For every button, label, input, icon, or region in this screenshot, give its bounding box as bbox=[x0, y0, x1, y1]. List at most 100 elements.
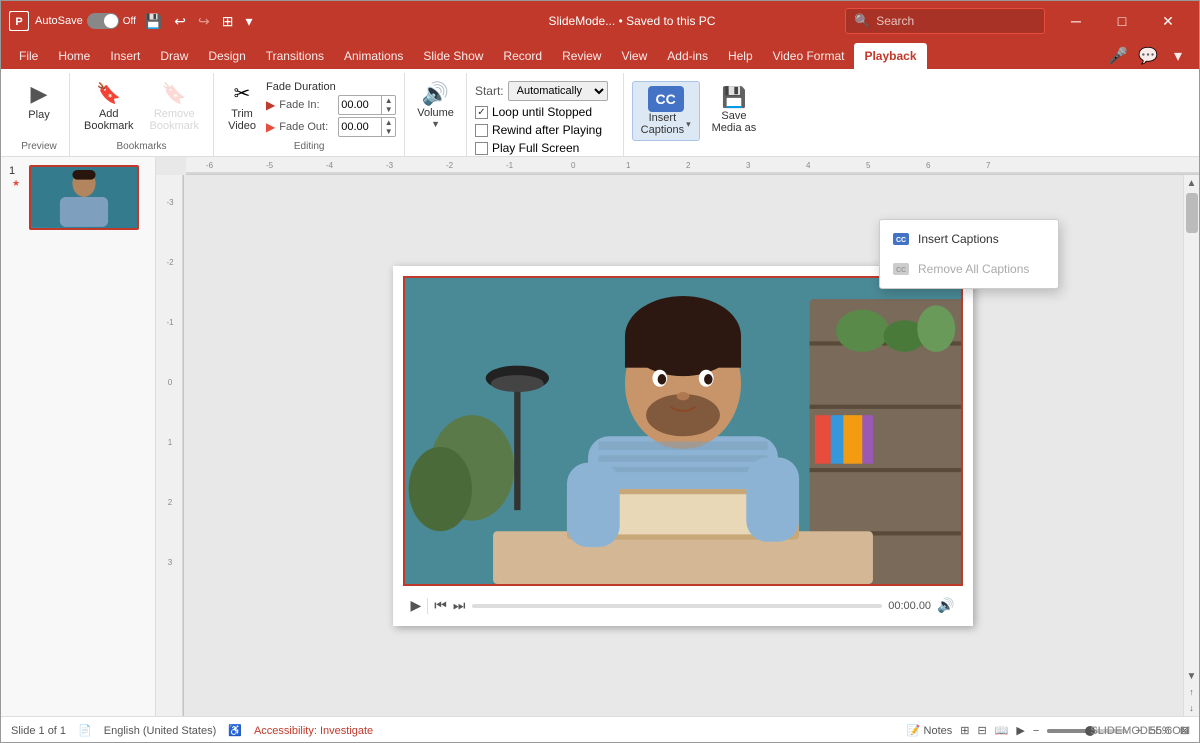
tab-insert[interactable]: Insert bbox=[100, 43, 150, 69]
tab-animations[interactable]: Animations bbox=[334, 43, 413, 69]
watermark-text: SLIDEMODEL.COM bbox=[1090, 725, 1190, 737]
normal-view-button[interactable]: ⊞ bbox=[960, 724, 969, 737]
controls-divider bbox=[427, 598, 428, 614]
fade-out-input[interactable] bbox=[339, 121, 381, 133]
scroll-up-button[interactable]: ▲ bbox=[1184, 175, 1200, 191]
video-next-button[interactable]: ⏭ bbox=[453, 597, 466, 614]
slide-content[interactable]: ▶ ⏮ ⏭ 00:00.00 🔊 bbox=[393, 266, 973, 626]
fade-title: Fade Duration bbox=[266, 81, 396, 93]
ribbon-expand-icon[interactable]: ▾ bbox=[1165, 43, 1191, 69]
minimize-button[interactable]: ─ bbox=[1053, 1, 1099, 41]
save-icon[interactable]: 💾 bbox=[142, 11, 165, 32]
fade-in-input[interactable] bbox=[339, 99, 381, 111]
video-frame[interactable] bbox=[403, 276, 963, 586]
video-prev-button[interactable]: ⏮ bbox=[434, 597, 447, 614]
slide-thumb-content bbox=[31, 167, 137, 228]
autosave-toggle[interactable] bbox=[87, 13, 119, 29]
remove-bookmark-button: 🔖 RemoveBookmark bbox=[144, 77, 206, 136]
fade-in-row: ▶ Fade In: ▲ ▼ bbox=[266, 95, 396, 115]
fullscreen-checkbox[interactable] bbox=[475, 142, 488, 155]
svg-text:6: 6 bbox=[926, 161, 931, 170]
fade-out-up[interactable]: ▲ bbox=[381, 118, 395, 127]
redo-icon[interactable]: ↪ bbox=[195, 11, 213, 32]
start-dropdown[interactable]: Automatically When Clicked On bbox=[508, 81, 608, 101]
comments-icon[interactable]: 💬 bbox=[1135, 43, 1161, 69]
video-play-button[interactable]: ▶ bbox=[411, 597, 422, 614]
title-bar: P AutoSave Off 💾 ↩ ↪ ⊞ ▾ SlideMode... • … bbox=[1, 1, 1199, 41]
preview-group-content: ▶ Play bbox=[17, 73, 61, 141]
add-bookmark-icon: 🔖 bbox=[96, 81, 121, 106]
volume-dropdown-arrow[interactable]: ▼ bbox=[431, 119, 440, 129]
slide-thumb-1[interactable] bbox=[29, 165, 139, 230]
tab-draw[interactable]: Draw bbox=[150, 43, 198, 69]
tab-slideshow[interactable]: Slide Show bbox=[413, 43, 493, 69]
fade-in-input-wrap: ▲ ▼ bbox=[338, 95, 396, 115]
search-input[interactable] bbox=[876, 14, 1016, 28]
tab-file[interactable]: File bbox=[9, 43, 48, 69]
scroll-down-button[interactable]: ▼ bbox=[1184, 668, 1200, 684]
fade-out-row: ▶ Fade Out: ▲ ▼ bbox=[266, 117, 396, 137]
save-media-button[interactable]: 💾 SaveMedia as bbox=[704, 81, 765, 138]
ribbon-group-volume: 🔊 Volume ▼ bbox=[405, 73, 467, 156]
tab-videoformat[interactable]: Video Format bbox=[763, 43, 855, 69]
ribbon-group-preview: ▶ Play Preview bbox=[9, 73, 70, 156]
search-bar[interactable]: 🔍 bbox=[845, 8, 1045, 34]
mic-icon[interactable]: 🎤 bbox=[1105, 43, 1131, 69]
svg-text:CC: CC bbox=[896, 267, 906, 274]
rewind-checkbox[interactable] bbox=[475, 124, 488, 137]
tab-view[interactable]: View bbox=[611, 43, 657, 69]
slideshow-view-button[interactable]: ▶ bbox=[1016, 724, 1024, 737]
tab-record[interactable]: Record bbox=[493, 43, 552, 69]
fade-in-down[interactable]: ▼ bbox=[381, 105, 395, 114]
volume-group-content: 🔊 Volume ▼ bbox=[413, 73, 458, 136]
slide-layout-icon[interactable]: ⊞ bbox=[219, 11, 237, 32]
loop-row: ✓ Loop until Stopped bbox=[475, 105, 615, 119]
dropdown-cc-icon: CC bbox=[892, 230, 910, 248]
scroll-thumb[interactable] bbox=[1186, 193, 1198, 233]
notes-button[interactable]: 📝 Notes bbox=[907, 724, 952, 737]
tab-playback[interactable]: Playback bbox=[854, 43, 926, 69]
main-window: P AutoSave Off 💾 ↩ ↪ ⊞ ▾ SlideMode... • … bbox=[0, 0, 1200, 743]
tab-help[interactable]: Help bbox=[718, 43, 763, 69]
loop-checkbox[interactable]: ✓ bbox=[475, 106, 488, 119]
ribbon-tab-icons: 🎤 💬 ▾ bbox=[1105, 43, 1191, 69]
tab-review[interactable]: Review bbox=[552, 43, 611, 69]
svg-text:2: 2 bbox=[686, 161, 691, 170]
volume-button[interactable]: 🔊 Volume ▼ bbox=[413, 77, 458, 129]
slide-sorter-button[interactable]: ⊟ bbox=[977, 724, 986, 737]
fade-out-down[interactable]: ▼ bbox=[381, 127, 395, 136]
bookmarks-group-content: 🔖 AddBookmark 🔖 RemoveBookmark bbox=[78, 73, 205, 141]
more-qat-icon[interactable]: ▾ bbox=[243, 11, 256, 32]
svg-text:4: 4 bbox=[806, 161, 811, 170]
dropdown-insert-captions[interactable]: CC Insert Captions bbox=[880, 224, 1058, 254]
tab-design[interactable]: Design bbox=[198, 43, 255, 69]
start-select-row: Start: Automatically When Clicked On bbox=[475, 81, 615, 101]
start-label: Start: bbox=[475, 84, 504, 98]
svg-text:-6: -6 bbox=[206, 161, 214, 170]
svg-text:3: 3 bbox=[168, 558, 173, 567]
fullscreen-label: Play Full Screen bbox=[492, 141, 579, 155]
undo-icon[interactable]: ↩ bbox=[171, 11, 189, 32]
maximize-button[interactable]: □ bbox=[1099, 1, 1145, 41]
adjust-up-button[interactable]: ↑ bbox=[1184, 684, 1200, 700]
video-progress-bar[interactable] bbox=[472, 604, 883, 608]
adjust-down-button[interactable]: ↓ bbox=[1184, 700, 1200, 716]
slide-1-item[interactable]: 1 ★ bbox=[9, 165, 147, 230]
add-bookmark-button[interactable]: 🔖 AddBookmark bbox=[78, 77, 140, 136]
zoom-out-button[interactable]: − bbox=[1033, 725, 1039, 737]
reading-view-button[interactable]: 📖 bbox=[995, 724, 1009, 737]
tab-home[interactable]: Home bbox=[48, 43, 100, 69]
autosave-section: AutoSave Off bbox=[35, 13, 136, 29]
video-volume-button[interactable]: 🔊 bbox=[937, 597, 954, 614]
insert-captions-button[interactable]: CC Insert Captions ▾ bbox=[632, 81, 700, 141]
slide-notes-icon: 📄 bbox=[78, 724, 92, 737]
close-button[interactable]: ✕ bbox=[1145, 1, 1191, 41]
cc-icon: CC bbox=[648, 86, 684, 112]
fade-in-up[interactable]: ▲ bbox=[381, 96, 395, 105]
tab-addins[interactable]: Add-ins bbox=[657, 43, 718, 69]
tab-transitions[interactable]: Transitions bbox=[256, 43, 334, 69]
trim-video-button[interactable]: ✂ TrimVideo bbox=[222, 77, 262, 136]
accessibility-status[interactable]: Accessibility: Investigate bbox=[254, 725, 373, 737]
remove-bookmark-label: RemoveBookmark bbox=[150, 108, 200, 132]
play-button[interactable]: ▶ Play bbox=[17, 77, 61, 125]
